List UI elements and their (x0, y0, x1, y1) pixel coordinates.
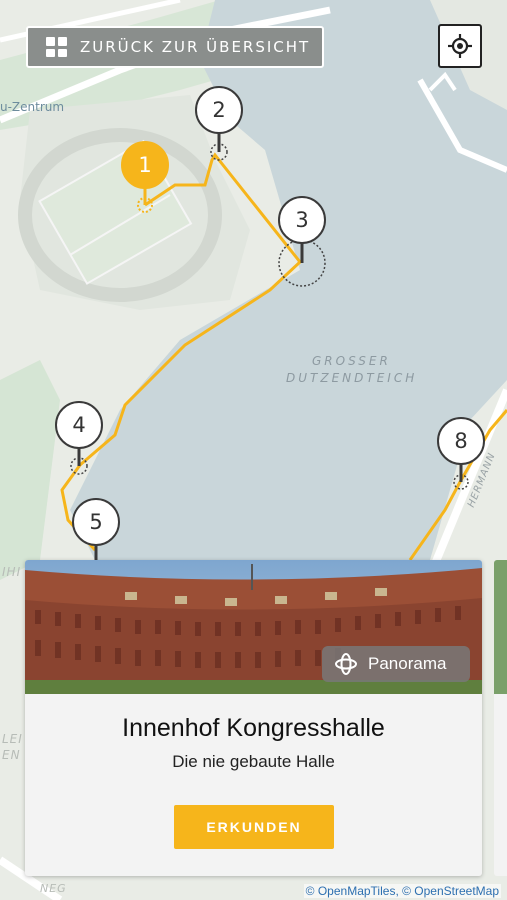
map-label-left-a: IHI (2, 565, 22, 579)
locate-me-button[interactable] (438, 24, 482, 68)
map-label-left-c: EN (2, 748, 21, 762)
back-to-overview-button[interactable]: ZURÜCK ZUR ÜBERSICHT (26, 26, 324, 68)
map-marker-5[interactable]: 5 (72, 498, 120, 546)
map-label-lake-line2: DUTZENDTEICH (286, 371, 418, 385)
map-label-lake-line1: GROSSER (312, 354, 391, 368)
explore-button[interactable]: ERKUNDEN (174, 805, 334, 849)
map-marker-8[interactable]: 8 (437, 417, 485, 465)
crosshair-icon (448, 34, 472, 58)
poi-card[interactable]: Panorama Innenhof Kongresshalle Die nie … (25, 560, 482, 876)
map-marker-3[interactable]: 3 (278, 196, 326, 244)
grid-icon (46, 37, 67, 57)
map-label-left-b: LEI (2, 732, 23, 746)
panorama-button[interactable]: Panorama (322, 646, 470, 682)
panorama-icon (334, 652, 358, 676)
map-marker-1[interactable]: 1 (121, 141, 169, 189)
map-attribution: © OpenMapTiles, © OpenStreetMap (303, 884, 501, 898)
map-label-bottom: NEG (40, 882, 67, 895)
back-button-label: ZURÜCK ZUR ÜBERSICHT (80, 38, 311, 56)
poi-subtitle: Die nie gebaute Halle (172, 752, 335, 771)
map-marker-4[interactable]: 4 (55, 401, 103, 449)
map-label-zentrum: u-Zentrum (0, 100, 65, 114)
attribution-openmaptiles-link[interactable]: © OpenMapTiles (306, 884, 396, 898)
poi-title: Innenhof Kongresshalle (122, 714, 385, 742)
next-poi-image (494, 560, 507, 694)
next-poi-card-peek[interactable] (494, 560, 507, 876)
map-marker-2[interactable]: 2 (195, 86, 243, 134)
attribution-openstreetmap-link[interactable]: © OpenStreetMap (402, 884, 499, 898)
panorama-label: Panorama (368, 654, 447, 673)
